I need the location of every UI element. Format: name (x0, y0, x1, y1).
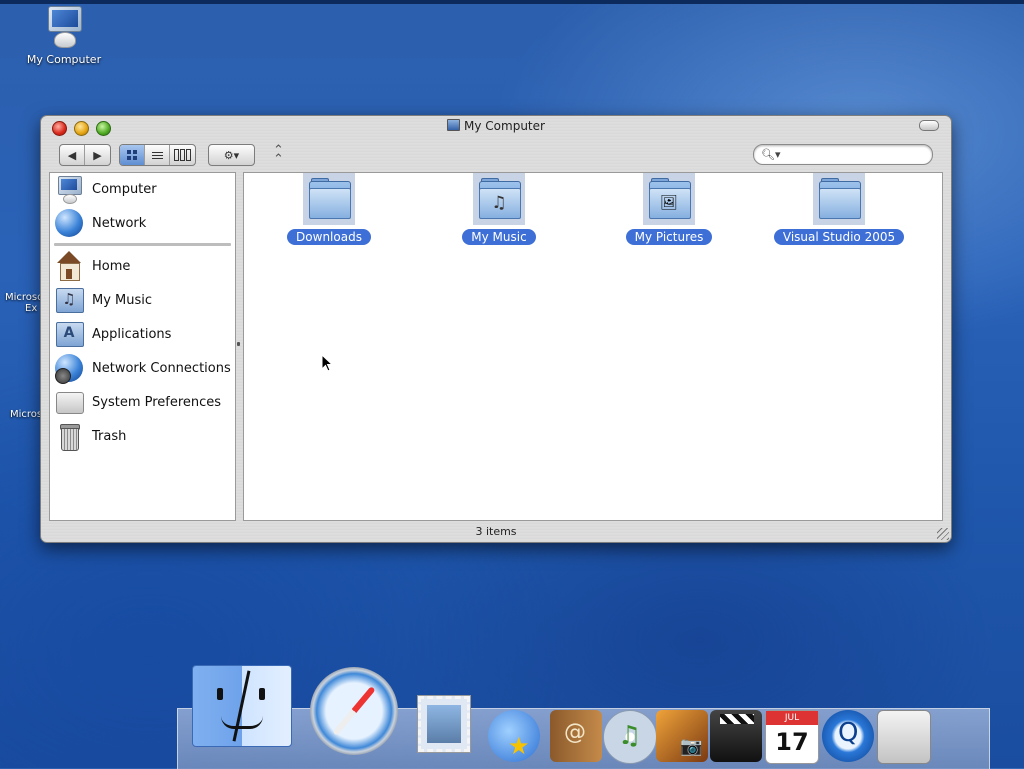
toolbar-toggle-button[interactable] (919, 120, 939, 131)
navigation-buttons: ◀ ▶ (59, 144, 111, 166)
dock-item-imovie[interactable] (710, 710, 762, 762)
column-view-icon (174, 149, 191, 161)
folder-icon (813, 173, 865, 225)
forward-button[interactable]: ▶ (85, 145, 110, 165)
dock-item-ical[interactable]: JUL 17 (765, 710, 819, 764)
dock-item-finder[interactable] (192, 665, 292, 747)
music-folder-icon: ♫ (54, 285, 84, 315)
dock-item-ichat[interactable]: ★ (488, 710, 540, 762)
file-item[interactable]: Downloads (254, 173, 404, 245)
menu-bar-edge (0, 0, 1024, 4)
sidebar-item-label: Applications (92, 326, 172, 342)
forward-arrow-icon: ▶ (93, 148, 102, 162)
view-buttons (119, 144, 196, 166)
mouse-cursor-icon (321, 354, 333, 372)
home-icon (54, 251, 84, 281)
network-globe-icon (54, 208, 84, 238)
desktop-my-computer-label: My Computer (26, 53, 102, 66)
imovie-icon (720, 714, 754, 724)
sidebar-item-label: Network Connections (92, 360, 231, 376)
music-folder-icon: ♫ (473, 173, 525, 225)
sidebar-item-label: Network (92, 215, 147, 231)
file-item[interactable]: ♫ My Music (424, 173, 574, 245)
sidebar-item-computer[interactable]: Computer (54, 174, 157, 204)
safari-icon (310, 667, 398, 755)
ical-icon: JUL 17 (766, 711, 818, 763)
imac-icon (44, 4, 84, 50)
chevron-up-icon: ⌃ ⌃ (273, 143, 284, 167)
finder-window: My Computer ◀ ▶ ⚙▾ ⌃ ⌃ 🔍︎▾ Computer Netw… (40, 115, 952, 543)
mail-icon (417, 695, 471, 753)
network-connections-icon (54, 353, 84, 384)
itunes-icon: ♫ (618, 721, 642, 751)
path-button[interactable]: ⌃ ⌃ (273, 143, 284, 167)
pictures-folder-icon: 🖼 (643, 173, 695, 225)
file-item[interactable]: 🖼 My Pictures (594, 173, 744, 245)
action-button[interactable]: ⚙▾ (209, 145, 254, 165)
gear-icon: ⚙▾ (223, 148, 240, 162)
back-arrow-icon: ◀ (67, 148, 77, 162)
dock-item-system-preferences[interactable] (877, 710, 931, 764)
sidebar-item-applications[interactable]: A Applications (54, 319, 171, 349)
sidebar-item-label: System Preferences (92, 394, 222, 410)
desktop-partial-label-line1: Microso (5, 292, 44, 303)
file-name-label: Visual Studio 2005 (773, 229, 905, 245)
status-bar: 3 items (475, 525, 517, 538)
file-browser: Downloads ♫ My Music 🖼 My Pictures Visua… (243, 172, 943, 521)
sidebar-item-label: Trash (92, 428, 127, 444)
file-name-label: Downloads (287, 229, 371, 245)
sidebar-item-network-connections[interactable]: Network Connections (54, 353, 231, 384)
dock-item-mail[interactable] (414, 694, 474, 754)
search-field[interactable]: 🔍︎▾ (753, 144, 933, 165)
ichat-icon: ★ (508, 732, 530, 760)
search-input[interactable] (778, 146, 922, 163)
back-button[interactable]: ◀ (60, 145, 85, 165)
computer-icon (447, 119, 461, 131)
desktop-partial-label-line2: Ex (25, 303, 38, 314)
iphoto-icon: 📷 (680, 736, 703, 757)
sidebar-item-trash[interactable]: Trash (54, 421, 126, 451)
sidebar-separator (54, 243, 231, 246)
sidebar-item-home[interactable]: Home (54, 251, 130, 281)
list-view-icon (151, 150, 163, 161)
trash-icon (54, 421, 84, 451)
desktop-my-computer[interactable]: My Computer (20, 4, 108, 66)
file-name-label: My Pictures (625, 229, 713, 245)
icon-view-button[interactable] (120, 145, 145, 165)
dock-item-address-book[interactable]: @ (550, 710, 602, 762)
quicktime-icon: Q (838, 718, 859, 748)
sidebar-item-label: My Music (92, 292, 153, 308)
sidebar-item-network[interactable]: Network (54, 208, 146, 238)
sidebar-splitter[interactable] (235, 172, 242, 519)
dock-item-safari[interactable] (310, 667, 398, 755)
computer-icon (54, 174, 84, 204)
window-title-text: My Computer (464, 119, 545, 133)
file-name-label: My Music (462, 229, 536, 245)
list-view-button[interactable] (145, 145, 170, 165)
system-preferences-icon (54, 387, 84, 417)
applications-icon: A (54, 319, 84, 349)
column-view-button[interactable] (170, 145, 195, 165)
dock-item-quicktime[interactable]: Q (822, 710, 874, 762)
address-book-icon: @ (564, 720, 586, 745)
desktop-partial-label-2[interactable]: Micros (10, 409, 42, 420)
sidebar: Computer Network Home ♫ My Music A Appli… (49, 172, 236, 521)
desktop-partial-label[interactable]: Microso Ex (5, 292, 43, 314)
sidebar-item-label: Home (92, 258, 131, 274)
folder-icon (303, 173, 355, 225)
finder-icon (193, 666, 291, 746)
action-menu: ⚙▾ (208, 144, 255, 166)
sidebar-item-my-music[interactable]: ♫ My Music (54, 285, 152, 315)
sidebar-item-system-preferences[interactable]: System Preferences (54, 387, 221, 417)
sidebar-item-label: Computer (92, 181, 157, 197)
icon-view-icon (127, 150, 137, 160)
resize-handle[interactable] (937, 528, 949, 540)
window-title: My Computer (41, 119, 951, 133)
dock-item-iphoto[interactable]: 📷 (656, 710, 708, 762)
file-item[interactable]: Visual Studio 2005 (764, 173, 914, 245)
dock-item-itunes[interactable]: ♫ (603, 710, 657, 764)
